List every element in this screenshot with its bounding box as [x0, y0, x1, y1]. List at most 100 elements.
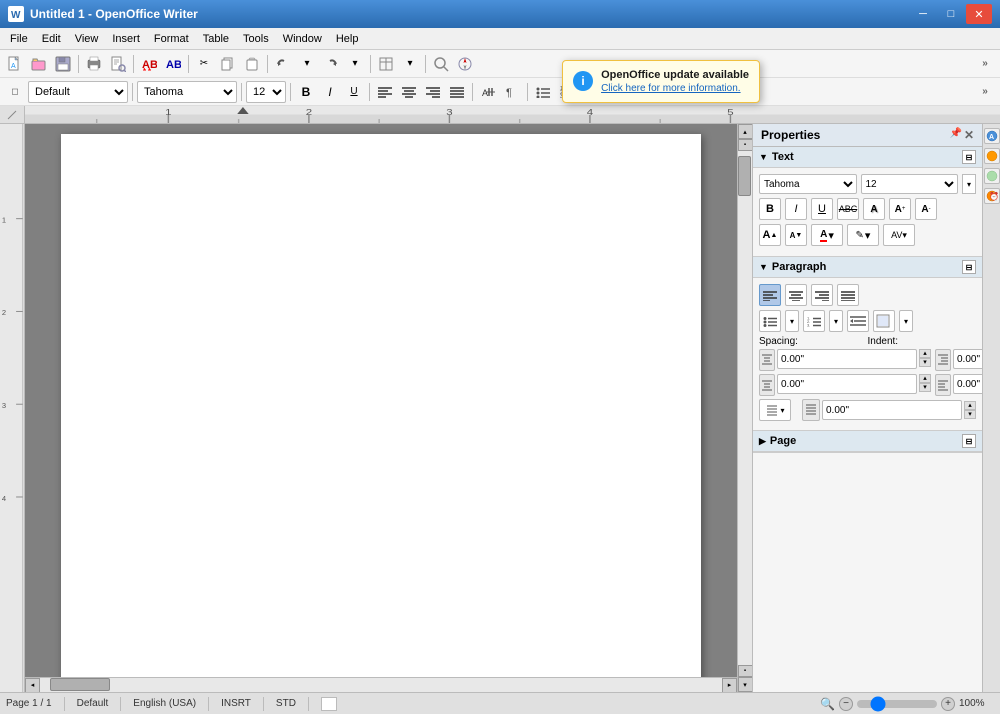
paragraph-section-pin[interactable]: ⊟	[962, 260, 976, 274]
zoom-minus-button[interactable]: −	[839, 697, 853, 711]
autocorrect-button[interactable]: ABC	[162, 53, 184, 75]
props-font-color-dropdown[interactable]: A▾	[811, 224, 843, 246]
para-list-dropdown[interactable]: ▾	[785, 310, 799, 332]
props-superscript-button[interactable]: A+	[889, 198, 911, 220]
insert-table-button[interactable]	[375, 53, 397, 75]
ruler-corner[interactable]	[0, 106, 25, 124]
props-size-select[interactable]: 12	[861, 174, 959, 194]
sidebar-icon-4[interactable]: ⏰	[984, 188, 1000, 204]
text-direction-button[interactable]: A	[477, 81, 499, 103]
redo-button[interactable]	[320, 53, 342, 75]
menu-help[interactable]: Help	[330, 31, 365, 47]
menu-view[interactable]: View	[69, 31, 105, 47]
notification-body[interactable]: Click here for more information.	[601, 83, 749, 94]
props-font-smaller-button[interactable]: A▼	[785, 224, 807, 246]
sidebar-icon-1[interactable]: A	[984, 128, 1000, 144]
vscroll-pageup-button[interactable]: ▪	[738, 139, 753, 151]
hscroll-left-button[interactable]: ◂	[25, 678, 40, 693]
menu-insert[interactable]: Insert	[106, 31, 146, 47]
minimize-button[interactable]: ─	[910, 4, 936, 24]
text-section-header[interactable]: ▼ Text ⊟	[753, 147, 982, 168]
line-spacing-up[interactable]: ▴	[964, 401, 976, 410]
save-button[interactable]	[52, 53, 74, 75]
para-unordered-list-button[interactable]	[759, 310, 781, 332]
align-center-button[interactable]	[398, 81, 420, 103]
line-spacing-input[interactable]	[822, 400, 962, 420]
hscroll-right-button[interactable]: ▸	[722, 678, 737, 693]
print-button[interactable]	[83, 53, 105, 75]
find-replace-button[interactable]	[430, 53, 452, 75]
vscroll-pagedown-button[interactable]: ▪	[738, 665, 753, 677]
style-button[interactable]: ◻	[4, 81, 26, 103]
properties-close-button[interactable]: ✕	[964, 128, 974, 142]
line-spacing-dropdown[interactable]: ▾	[759, 399, 791, 421]
bold-button[interactable]: B	[295, 81, 317, 103]
props-font-select[interactable]: Tahoma	[759, 174, 857, 194]
spacing-above-input[interactable]	[777, 349, 917, 369]
props-italic-button[interactable]: I	[785, 198, 807, 220]
document-page[interactable]	[61, 134, 701, 692]
copy-button[interactable]	[217, 53, 239, 75]
navigator-button[interactable]	[454, 53, 476, 75]
undo-dropdown-button[interactable]: ▾	[296, 53, 318, 75]
font-name-select[interactable]: Tahoma	[137, 81, 237, 103]
maximize-button[interactable]: □	[938, 4, 964, 24]
para-align-justify-button[interactable]	[837, 284, 859, 306]
spacing-below-input[interactable]	[777, 374, 917, 394]
zoom-slider[interactable]	[857, 700, 937, 708]
spacing-below-up[interactable]: ▴	[919, 374, 931, 383]
indent-after-input[interactable]	[953, 374, 982, 394]
paragraph-style-select[interactable]: Default	[28, 81, 128, 103]
para-align-left-button[interactable]	[759, 284, 781, 306]
page-content[interactable]	[61, 134, 701, 692]
para-text-direction-dropdown[interactable]: ▾	[899, 310, 913, 332]
props-shadow-button[interactable]: A	[863, 198, 885, 220]
props-bold-button[interactable]: B	[759, 198, 781, 220]
hscroll-thumb[interactable]	[50, 678, 110, 691]
vscroll-thumb[interactable]	[738, 156, 751, 196]
para-decrease-indent-button[interactable]	[847, 310, 869, 332]
insert-table-dropdown[interactable]: ▾	[399, 53, 421, 75]
italic-button[interactable]: I	[319, 81, 341, 103]
insert-mode-status[interactable]: INSRT	[221, 698, 251, 709]
spell-check-button[interactable]: ABC	[138, 53, 160, 75]
sidebar-icon-3[interactable]	[984, 168, 1000, 184]
zoom-plus-button[interactable]: +	[941, 697, 955, 711]
list-unordered-button[interactable]	[532, 81, 554, 103]
vscroll-down-button[interactable]: ▾	[738, 677, 753, 692]
align-right-button[interactable]	[422, 81, 444, 103]
page-section-header[interactable]: ▶ Page ⊟	[753, 431, 982, 452]
props-underline-button[interactable]: U	[811, 198, 833, 220]
props-font-bigger-button[interactable]: A▲	[759, 224, 781, 246]
props-subscript-button[interactable]: A-	[915, 198, 937, 220]
sidebar-icon-2[interactable]	[984, 148, 1000, 164]
align-justify-button[interactable]	[446, 81, 468, 103]
paragraph-section-header[interactable]: ▼ Paragraph ⊟	[753, 257, 982, 278]
cut-button[interactable]: ✂	[193, 53, 215, 75]
para-ordered-list-button[interactable]: 1.2.3.	[803, 310, 825, 332]
spacing-above-down[interactable]: ▾	[919, 358, 931, 367]
indent-before-input[interactable]	[953, 349, 982, 369]
para-align-right-button[interactable]	[811, 284, 833, 306]
menu-format[interactable]: Format	[148, 31, 195, 47]
align-left-button[interactable]	[374, 81, 396, 103]
format-marks-button[interactable]: ¶	[501, 81, 523, 103]
para-align-center-button[interactable]	[785, 284, 807, 306]
zoom-percent[interactable]: 100%	[959, 698, 994, 709]
font-size-select[interactable]: 12	[246, 81, 286, 103]
menu-window[interactable]: Window	[277, 31, 328, 47]
menu-edit[interactable]: Edit	[36, 31, 67, 47]
menu-tools[interactable]: Tools	[237, 31, 275, 47]
undo-button[interactable]	[272, 53, 294, 75]
close-button[interactable]: ✕	[966, 4, 992, 24]
spacing-below-down[interactable]: ▾	[919, 383, 931, 392]
toolbar-more[interactable]: »	[974, 53, 996, 75]
vscroll-up-button[interactable]: ▴	[738, 124, 753, 139]
notification-popup[interactable]: i OpenOffice update available Click here…	[562, 60, 760, 103]
new-button[interactable]: A	[4, 53, 26, 75]
underline-button[interactable]: U	[343, 81, 365, 103]
text-section-pin[interactable]: ⊟	[962, 150, 976, 164]
vscroll-track[interactable]	[738, 151, 752, 665]
props-strikethrough-button[interactable]: ABC	[837, 198, 859, 220]
document-scroll[interactable]	[25, 124, 737, 692]
